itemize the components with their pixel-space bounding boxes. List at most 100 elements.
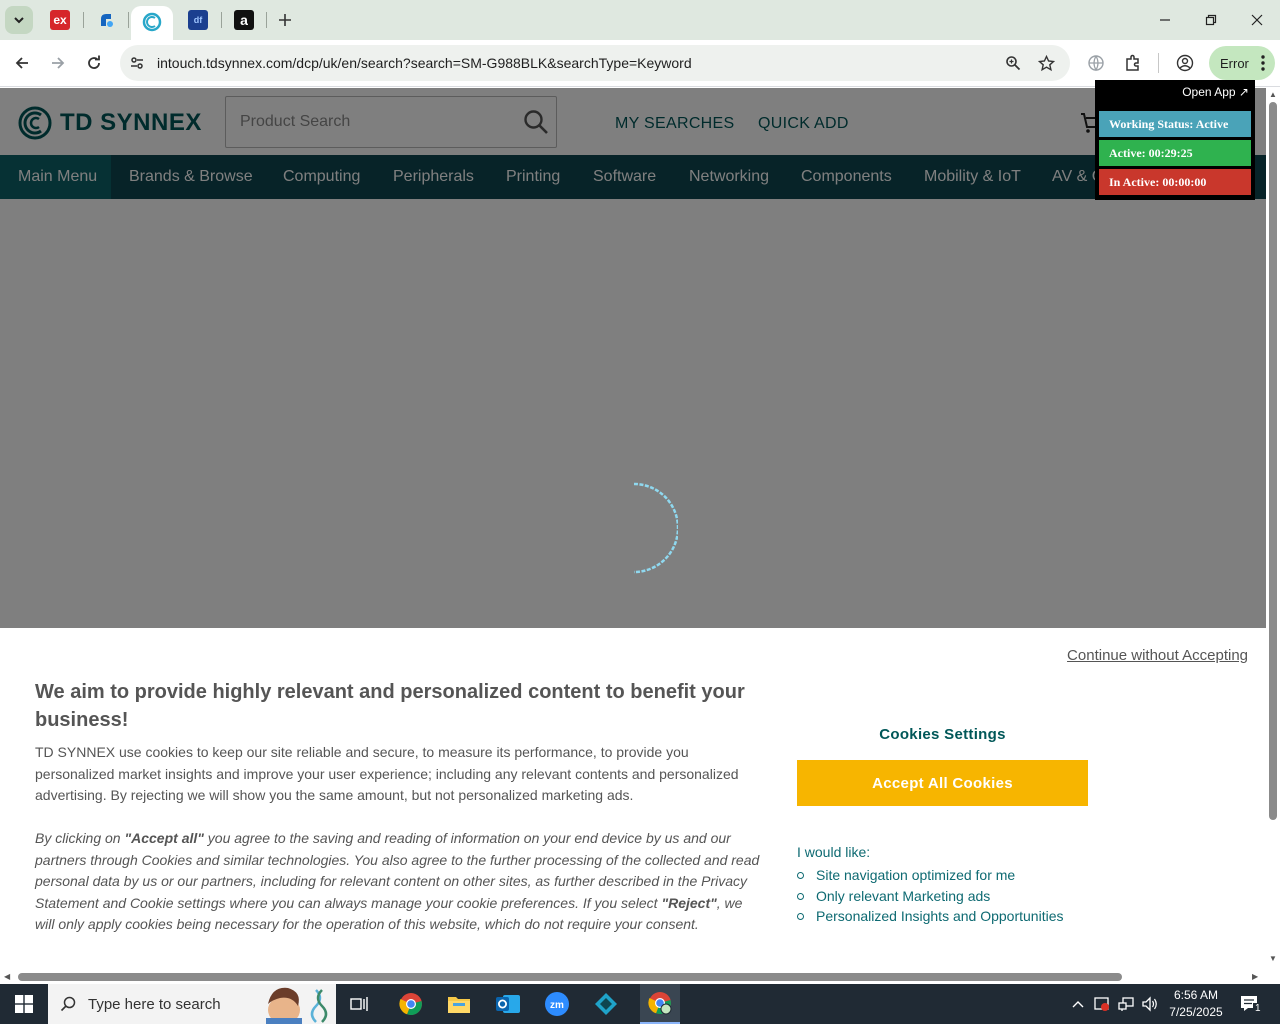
inactive-time-badge: In Active: 00:00:00: [1099, 169, 1251, 195]
df-favicon-icon: df: [193, 15, 203, 25]
tab-strip: ex df a: [0, 0, 1280, 40]
tab-amazon[interactable]: a: [234, 10, 254, 30]
diamond-app-icon: [595, 993, 617, 1015]
horizontal-scrollbar[interactable]: ◀ ▶: [0, 970, 1266, 984]
blue-app-favicon-icon: [101, 14, 113, 27]
bookmark-button[interactable]: [1036, 53, 1056, 73]
address-bar[interactable]: intouch.tdsynnex.com/dcp/uk/en/search?se…: [120, 45, 1070, 81]
zoom-icon: [1006, 56, 1021, 71]
clock-date: 7/25/2025: [1169, 1005, 1223, 1019]
reload-button[interactable]: [81, 50, 107, 76]
list-item: Site navigation optimized for me: [797, 865, 1063, 886]
windows-taskbar: Type here to search zm 6:56 AM 7/25/2025…: [0, 984, 1280, 1024]
taskbar-search-box[interactable]: Type here to search: [48, 984, 336, 1024]
reject-quote: "Reject": [661, 894, 717, 911]
network-button[interactable]: [1117, 994, 1135, 1014]
new-tab-button[interactable]: [274, 8, 296, 32]
chrome-icon: [399, 993, 422, 1016]
i-would-like-label: I would like:: [797, 844, 871, 860]
task-view-button[interactable]: [344, 989, 376, 1019]
cookies-settings-button[interactable]: Cookies Settings: [797, 726, 1088, 743]
continue-without-accepting-link[interactable]: Continue without Accepting: [1067, 647, 1248, 664]
plus-icon: [279, 14, 291, 26]
volume-button[interactable]: [1141, 994, 1159, 1014]
zoom-app-icon: zm: [545, 992, 569, 1016]
chevron-down-icon: [14, 17, 24, 24]
more-vert-icon: [1261, 55, 1265, 71]
chrome-active-taskbar-button[interactable]: [640, 984, 680, 1024]
scroll-up-arrow-icon[interactable]: ▲: [1269, 90, 1277, 99]
restore-icon: [1205, 14, 1217, 26]
open-app-link[interactable]: Open App ↗: [1182, 85, 1249, 99]
start-button[interactable]: [0, 984, 48, 1024]
time-tracker-widget: Open App ↗ Working Status: Active Active…: [1095, 80, 1255, 200]
minimize-button[interactable]: [1153, 8, 1177, 32]
speaker-icon: [1142, 996, 1157, 1012]
close-window-button[interactable]: [1245, 8, 1269, 32]
tab-separator: [128, 12, 129, 28]
tab-ex[interactable]: ex: [50, 10, 70, 30]
puzzle-icon: [1126, 54, 1139, 71]
chevron-up-icon: [1072, 1001, 1084, 1008]
profile-button[interactable]: [1173, 51, 1197, 75]
cookie-consent-banner: Continue without Accepting We aim to pro…: [0, 628, 1266, 970]
horizontal-scroll-thumb[interactable]: [18, 973, 1122, 981]
account-icon: [1176, 54, 1194, 72]
chrome-taskbar-button[interactable]: [395, 989, 427, 1019]
vertical-scroll-thumb[interactable]: [1269, 102, 1277, 820]
accept-all-quote: "Accept all": [124, 830, 204, 846]
folder-icon: [448, 997, 470, 1013]
tab-separator: [266, 12, 267, 28]
toolbar-separator: [1158, 53, 1159, 73]
tab-separator: [221, 12, 222, 28]
tab-search-button[interactable]: [5, 6, 33, 34]
scroll-right-arrow-icon[interactable]: ▶: [1252, 972, 1258, 981]
network-icon: [1118, 997, 1134, 1011]
site-info-button[interactable]: [127, 53, 147, 73]
vertical-scrollbar[interactable]: ▲ ▼: [1266, 88, 1280, 970]
cookie-title: We aim to provide highly relevant and pe…: [35, 681, 745, 731]
profile-error-label: Error: [1220, 55, 1249, 71]
zoom-button[interactable]: [1003, 53, 1023, 73]
accept-all-cookies-button[interactable]: Accept All Cookies: [797, 760, 1088, 806]
translate-extension-button[interactable]: [1084, 51, 1108, 75]
notification-count-badge: 1: [1253, 1003, 1263, 1014]
back-button[interactable]: [9, 50, 35, 76]
list-item: Only relevant Marketing ads: [797, 886, 1063, 907]
tab-df[interactable]: df: [188, 10, 208, 30]
tab-active-td-synnex[interactable]: [131, 6, 173, 40]
tray-app-button[interactable]: [1093, 994, 1111, 1014]
task-view-icon: [350, 997, 368, 1011]
tray-alert-icon: [1094, 997, 1109, 1011]
arrow-right-icon: [52, 57, 65, 69]
scroll-down-arrow-icon[interactable]: ▼: [1269, 954, 1277, 963]
diamond-app-taskbar-button[interactable]: [590, 989, 622, 1019]
td-synnex-favicon-icon: [142, 12, 162, 32]
forward-button[interactable]: [45, 50, 71, 76]
zoom-taskbar-button[interactable]: zm: [541, 989, 573, 1019]
profile-error-button[interactable]: Error: [1209, 46, 1275, 80]
scroll-left-arrow-icon[interactable]: ◀: [4, 972, 10, 981]
svg-text:zm: zm: [550, 1000, 564, 1011]
taskbar-search-placeholder: Type here to search: [88, 996, 221, 1013]
restore-button[interactable]: [1199, 8, 1223, 32]
active-time-badge: Active: 00:29:25: [1099, 140, 1251, 166]
outlook-taskbar-button[interactable]: [492, 989, 524, 1019]
amazon-favicon-icon: a: [240, 12, 248, 28]
tune-icon: [131, 57, 143, 69]
cookie-benefits-list: Site navigation optimized for me Only re…: [797, 865, 1063, 927]
show-hidden-icons-button[interactable]: [1069, 994, 1087, 1014]
globe-icon: [1088, 55, 1104, 72]
tab-blue-app[interactable]: [96, 10, 116, 30]
chrome-profile-icon: [648, 992, 672, 1015]
search-icon: [60, 996, 76, 1012]
loading-spinner-icon: [633, 482, 678, 574]
taskbar-clock[interactable]: 6:56 AM 7/25/2025: [1162, 987, 1230, 1021]
extensions-button[interactable]: [1121, 51, 1145, 75]
windows-logo-icon: [15, 995, 33, 1013]
minimize-icon: [1160, 19, 1170, 21]
file-explorer-taskbar-button[interactable]: [443, 989, 475, 1019]
url-text[interactable]: intouch.tdsynnex.com/dcp/uk/en/search?se…: [157, 55, 692, 71]
notification-center-button[interactable]: 1: [1239, 994, 1263, 1014]
star-icon: [1037, 54, 1055, 71]
